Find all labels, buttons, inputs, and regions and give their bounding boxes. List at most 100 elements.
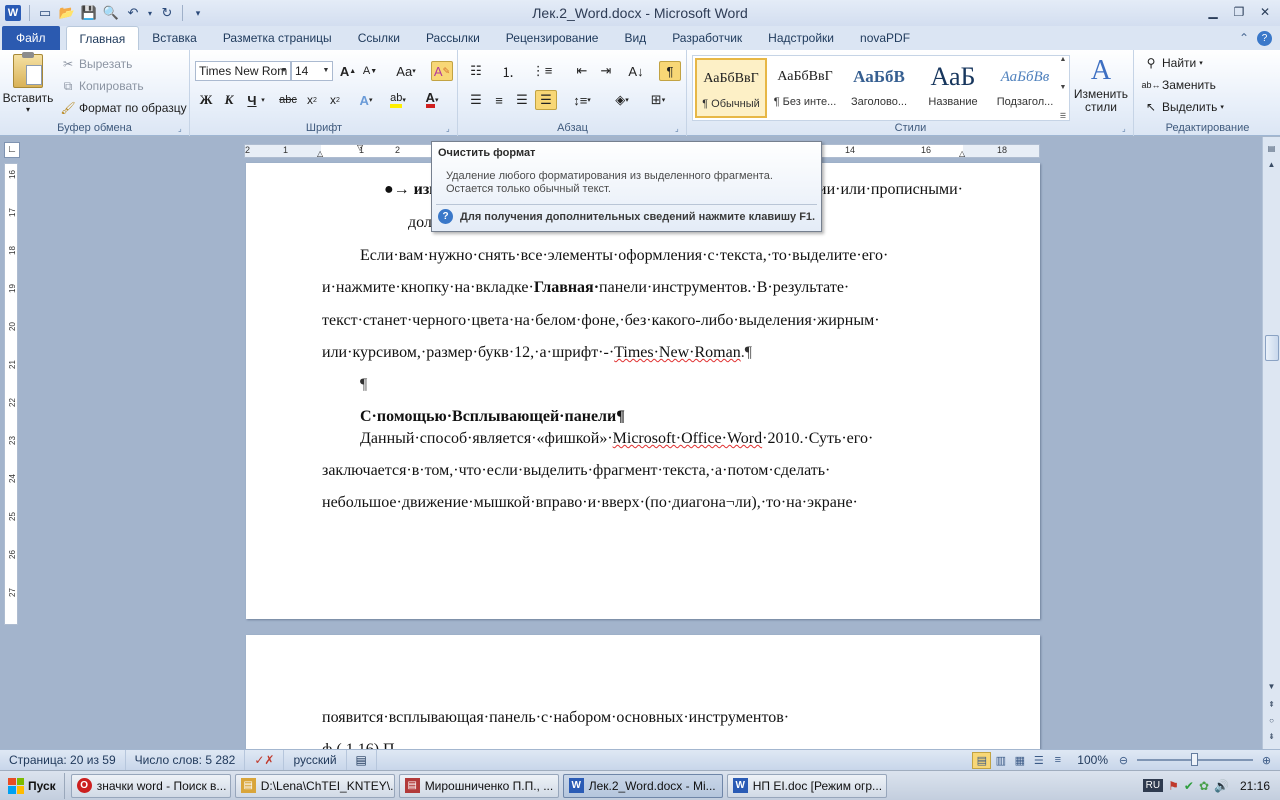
show-formatting-marks-icon[interactable]: ¶ <box>659 61 681 81</box>
redo-icon[interactable]: ↻ <box>157 3 177 23</box>
full-screen-reading-icon[interactable]: ▥ <box>991 752 1010 769</box>
highlight-icon[interactable]: ab ▾ <box>387 90 409 110</box>
view-ruler-icon[interactable]: ▤ <box>1263 141 1280 156</box>
tray-volume-icon[interactable]: 🔊 <box>1214 779 1229 793</box>
browse-object-icon[interactable]: ○ <box>1263 713 1280 728</box>
tab-novapdf[interactable]: novaPDF <box>847 26 923 50</box>
clock[interactable]: 21:16 <box>1240 779 1270 793</box>
tab-file[interactable]: Файл <box>2 26 60 50</box>
gallery-more-icon[interactable]: ☰ <box>1057 112 1069 120</box>
dialog-launcher-icon[interactable]: ⌟ <box>675 124 684 133</box>
increase-indent-icon[interactable]: ⇥ <box>595 61 617 81</box>
web-layout-icon[interactable]: ▦ <box>1010 752 1029 769</box>
font-family-select[interactable]: Times New Rom ▼ <box>195 61 291 81</box>
scroll-up-icon[interactable]: ▲ <box>1263 157 1280 172</box>
underline-dropdown-icon[interactable]: ▾ <box>257 90 269 110</box>
tab-view[interactable]: Вид <box>611 26 659 50</box>
outline-view-icon[interactable]: ☰ <box>1029 752 1048 769</box>
language-indicator[interactable]: русский <box>284 749 347 771</box>
line-spacing-icon[interactable]: ↕≡ ▾ <box>567 90 597 110</box>
undo-dropdown-icon[interactable]: ▾ <box>145 3 155 23</box>
align-center-icon[interactable]: ≡ <box>488 90 510 110</box>
minimize-icon[interactable]: ▁ <box>1202 2 1224 22</box>
tab-mailings[interactable]: Рассылки <box>413 26 493 50</box>
align-right-icon[interactable]: ☰ <box>511 90 533 110</box>
taskbar-item[interactable]: W НП EI.doc [Режим огр... <box>726 773 887 798</box>
text-effects-icon[interactable]: A ▾ <box>355 90 377 110</box>
page-counter[interactable]: Страница: 20 из 59 <box>0 749 126 771</box>
next-page-icon[interactable]: ⇟ <box>1263 729 1280 744</box>
customize-qat-icon[interactable]: ▾ <box>188 3 208 23</box>
strikethrough-icon[interactable]: abc <box>277 90 299 110</box>
dialog-launcher-icon[interactable]: ⌟ <box>446 124 455 133</box>
close-icon[interactable]: ✕ <box>1254 2 1276 22</box>
restore-icon[interactable]: ❐ <box>1228 2 1250 22</box>
start-button[interactable]: Пуск <box>0 772 65 799</box>
gallery-down-icon[interactable]: ▼ <box>1057 84 1069 91</box>
previous-page-icon[interactable]: ⇞ <box>1263 697 1280 712</box>
clear-formatting-icon[interactable]: A ✎ <box>431 61 453 81</box>
copy-button[interactable]: ⧉ Копировать <box>60 78 144 94</box>
font-size-select[interactable]: 14 ▼ <box>291 61 333 81</box>
draft-view-icon[interactable]: ≡ <box>1048 752 1067 769</box>
style-heading[interactable]: АаБбВ Заголово... <box>843 58 915 118</box>
cut-button[interactable]: ✂ Вырезать <box>60 56 132 72</box>
print-layout-view-icon[interactable]: ▤ <box>972 751 992 769</box>
spelling-check-icon[interactable]: ✓✗ <box>245 749 285 771</box>
grow-font-icon[interactable]: A ▲ <box>337 61 359 81</box>
gallery-up-icon[interactable]: ▲ <box>1057 56 1069 63</box>
right-indent-marker[interactable]: △ <box>959 149 965 158</box>
left-indent-marker[interactable]: △ <box>317 149 323 158</box>
style-no-spacing[interactable]: АаБбВвГ ¶ Без инте... <box>769 58 841 118</box>
dialog-launcher-icon[interactable]: ⌟ <box>1122 124 1131 133</box>
zoom-knob[interactable] <box>1191 753 1198 766</box>
word-count[interactable]: Число слов: 5 282 <box>126 749 246 771</box>
align-left-icon[interactable]: ☰ <box>465 90 487 110</box>
document-page[interactable]: появится·всплывающая·панель·с·набором·ос… <box>246 635 1040 749</box>
borders-icon[interactable]: ⊞ ▾ <box>643 90 673 110</box>
shading-icon[interactable]: ◈ ▾ <box>607 90 637 110</box>
subscript-icon[interactable]: x2 <box>301 90 323 110</box>
zoom-out-icon[interactable]: ⊖ <box>1114 752 1133 769</box>
macro-record-icon[interactable]: ▤ <box>347 749 377 771</box>
scroll-thumb[interactable] <box>1265 335 1279 361</box>
tab-review[interactable]: Рецензирование <box>493 26 612 50</box>
undo-icon[interactable]: ↶ <box>123 3 143 23</box>
zoom-slider[interactable] <box>1137 750 1253 770</box>
find-button[interactable]: ⚲ Найти ▾ <box>1143 55 1203 71</box>
tab-page-layout[interactable]: Разметка страницы <box>210 26 345 50</box>
first-line-indent-marker[interactable]: ▽ <box>357 143 363 152</box>
tray-network-icon[interactable]: ⚑ <box>1168 779 1179 793</box>
new-document-icon[interactable]: ▭ <box>35 3 55 23</box>
save-icon[interactable]: 💾 <box>79 3 99 23</box>
italic-icon[interactable]: К <box>218 90 240 110</box>
tab-addins[interactable]: Надстройки <box>755 26 847 50</box>
zoom-level[interactable]: 100% <box>1067 753 1114 767</box>
shrink-font-icon[interactable]: A ▼ <box>359 61 381 81</box>
word-app-icon[interactable]: W <box>5 5 21 21</box>
tab-developer[interactable]: Разработчик <box>659 26 755 50</box>
style-normal[interactable]: АаБбВвГ ¶ Обычный <box>695 58 767 118</box>
tab-home[interactable]: Главная <box>65 26 140 50</box>
tray-antivirus-icon[interactable]: ✿ <box>1199 779 1209 793</box>
taskbar-item[interactable]: ▤ Мирошниченко П.П., ... <box>398 773 559 798</box>
numbering-icon[interactable]: ⒈ <box>497 61 519 81</box>
open-folder-icon[interactable]: 📂 <box>57 3 77 23</box>
tab-selector-icon[interactable]: ∟ <box>4 142 20 158</box>
tab-insert[interactable]: Вставка <box>139 26 210 50</box>
sort-icon[interactable]: A↓ <box>625 61 647 81</box>
help-icon[interactable]: ? <box>1257 30 1272 46</box>
bold-icon[interactable]: Ж <box>195 90 217 110</box>
bullets-icon[interactable]: ☷ <box>465 61 487 81</box>
font-color-icon[interactable]: A ▾ <box>421 90 443 110</box>
vertical-ruler[interactable]: 16 17 18 19 20 21 22 23 24 25 26 27 <box>4 163 18 625</box>
decrease-indent-icon[interactable]: ⇤ <box>571 61 593 81</box>
styles-gallery-scroll[interactable]: ▲ ▼ ☰ <box>1057 56 1069 120</box>
paste-button[interactable]: Вставить ▾ <box>3 52 53 114</box>
language-indicator[interactable]: RU <box>1142 779 1164 792</box>
print-preview-icon[interactable]: 🔍 <box>101 3 121 23</box>
zoom-in-icon[interactable]: ⊕ <box>1257 752 1276 769</box>
change-styles-button[interactable]: A Изменить стили <box>1073 54 1129 114</box>
taskbar-item[interactable]: O значки word - Поиск в... <box>70 773 231 798</box>
style-title[interactable]: АаБ Название <box>917 58 989 118</box>
